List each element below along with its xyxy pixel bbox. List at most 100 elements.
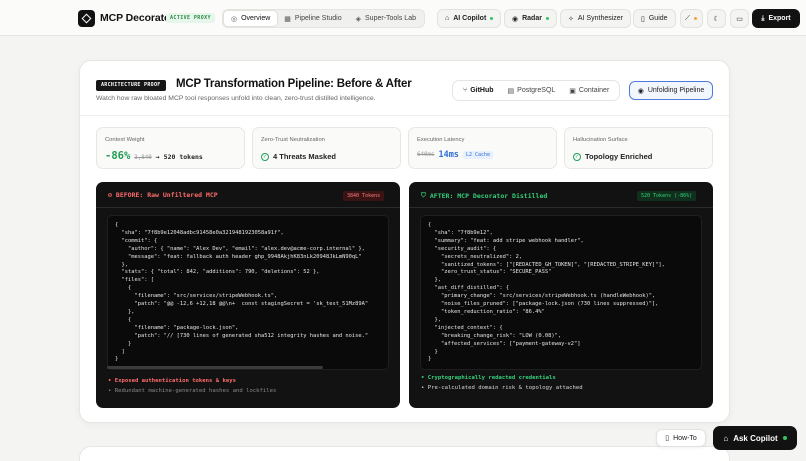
after-token-badge: 520 Tokens (-86%) — [637, 191, 697, 201]
before-code-block[interactable]: { "sha": "7f8b9e12048adbc91458e0a3219481… — [107, 215, 389, 370]
notification-dot-icon — [693, 17, 697, 20]
tab-pipeline-studio-label: Pipeline Studio — [294, 15, 342, 22]
tab-overview[interactable]: ◎ Overview — [224, 11, 278, 26]
cache-badge: L2 Cache — [462, 151, 494, 159]
stat-label: Zero-Trust Neutralization — [261, 137, 325, 143]
radar-icon: ◉ — [512, 15, 519, 23]
alert-icon: ⊘ — [108, 191, 112, 199]
theme-toggle-button[interactable]: ☾ — [707, 9, 726, 28]
shield-check-icon: ⛉ — [421, 191, 426, 199]
source-tab-github[interactable]: ⑂ GitHub — [456, 83, 501, 98]
pipeline-icon: ▦ — [284, 15, 291, 23]
sparkle-icon: ✧ — [568, 15, 574, 23]
after-panel: ⛉ AFTER: MCP Decorator Distilled 520 Tok… — [409, 182, 713, 408]
stat-label: Context Weight — [105, 137, 145, 143]
stat-zero-trust: Zero-Trust Neutralization ✓ 4 Threats Ma… — [252, 127, 401, 169]
phone-icon: ▭ — [736, 15, 743, 23]
robot-icon: ⌂ — [723, 433, 729, 443]
layers-icon: ◈ — [355, 15, 362, 23]
stat-label: Execution Latency — [417, 137, 465, 143]
after-title: ⛉ AFTER: MCP Decorator Distilled — [421, 191, 547, 200]
ai-copilot-label: AI Copilot — [453, 15, 487, 22]
horizontal-scrollbar[interactable] — [107, 366, 323, 369]
radar-button[interactable]: ◉ Radar — [504, 9, 557, 28]
stat-hallucination: Hallucination Surface ✓ Topology Enriche… — [564, 127, 713, 169]
how-to-label: How-To — [673, 434, 697, 442]
before-json: { "sha": "7f8b9e12048adbc91458e0a3219481… — [115, 222, 369, 363]
robot-icon: ⌂ — [445, 15, 450, 22]
topology-enriched: Topology Enriched — [585, 152, 653, 161]
before-title-text: BEFORE: Raw Unfiltered MCP — [115, 191, 218, 199]
git-branch-icon: ⑂ — [463, 87, 468, 94]
after-code-block[interactable]: { "sha": "7f8b9e12", "summary": "feat: a… — [420, 215, 702, 370]
tab-super-tools-lab-label: Super-Tools Lab — [365, 15, 416, 22]
context-after: 520 tokens — [163, 153, 203, 161]
stat-label: Hallucination Surface — [573, 137, 628, 143]
divider — [80, 115, 729, 116]
device-button[interactable]: ▭ — [730, 9, 749, 28]
source-tab-postgresql[interactable]: ▤ PostgreSQL — [501, 83, 563, 98]
after-json: { "sha": "7f8b9e12", "summary": "feat: a… — [428, 222, 665, 363]
latency-after: 14ms — [438, 150, 459, 160]
status-dot-icon — [490, 17, 494, 20]
book-icon: ▯ — [665, 435, 670, 442]
how-to-button[interactable]: ▯ How-To — [656, 429, 706, 447]
source-tab-github-label: GitHub — [470, 87, 494, 94]
source-tab-container[interactable]: ▣ Container — [562, 83, 616, 98]
stat-context-weight: Context Weight -86% 3,840 → 520 tokens — [96, 127, 245, 169]
ai-synthesizer-button[interactable]: ✧ AI Synthesizer — [560, 9, 632, 28]
database-icon: ▤ — [507, 87, 515, 95]
section-subtitle: Watch how raw bloated MCP tool responses… — [96, 95, 376, 102]
tools-button[interactable]: ⟋ — [680, 9, 703, 28]
status-dot-icon — [782, 436, 787, 440]
next-card — [79, 446, 730, 461]
ask-copilot-button[interactable]: ⌂ Ask Copilot — [713, 426, 797, 450]
section-title: MCP Transformation Pipeline: Before & Af… — [176, 78, 412, 90]
context-reduction-pct: -86% — [105, 150, 131, 162]
status-dot-icon — [545, 17, 549, 20]
export-button[interactable]: ⤓ Export — [752, 9, 800, 28]
book-icon: ▯ — [641, 15, 645, 23]
export-label: Export — [768, 15, 791, 22]
architecture-proof-tag: ARCHITECTURE PROOF — [96, 80, 166, 91]
tab-super-tools-lab[interactable]: ◈ Super-Tools Lab — [349, 11, 423, 26]
main-tabs: ◎ Overview ▦ Pipeline Studio ◈ Super-Too… — [222, 9, 425, 28]
source-tabs: ⑂ GitHub ▤ PostgreSQL ▣ Container — [452, 80, 621, 101]
stat-latency: Execution Latency 640ms 14ms L2 Cache — [408, 127, 557, 169]
ai-copilot-button[interactable]: ⌂ AI Copilot — [437, 9, 502, 28]
panel-header: ⛉ AFTER: MCP Decorator Distilled 520 Tok… — [409, 182, 713, 208]
latency-before: 640ms — [417, 152, 435, 158]
radar-label: Radar — [522, 15, 542, 22]
moon-icon: ☾ — [713, 15, 720, 23]
threats-masked: 4 Threats Masked — [273, 152, 336, 161]
before-panel: ⊘ BEFORE: Raw Unfiltered MCP 3840 Tokens… — [96, 182, 400, 408]
top-navbar: MCP Decorator ACTIVE PROXY ◎ Overview ▦ … — [0, 0, 806, 36]
guide-button[interactable]: ▯ Guide — [633, 9, 676, 28]
source-tab-container-label: Container — [578, 87, 610, 94]
context-arrow: → — [155, 153, 160, 161]
unfolding-pipeline-button[interactable]: ◉ Unfolding Pipeline — [629, 81, 713, 100]
stat-value: -86% 3,840 → 520 tokens — [105, 150, 203, 162]
before-title: ⊘ BEFORE: Raw Unfiltered MCP — [108, 191, 218, 199]
before-note-2: • Redundant machine-generated hashes and… — [108, 388, 277, 394]
eye-icon: ◉ — [637, 87, 644, 95]
before-token-badge: 3840 Tokens — [343, 191, 385, 201]
container-icon: ▣ — [569, 87, 576, 95]
shield-check-icon: ✓ — [261, 152, 269, 161]
tab-pipeline-studio[interactable]: ▦ Pipeline Studio — [277, 11, 348, 26]
after-title-text: AFTER: MCP Decorator Distilled — [429, 191, 548, 200]
stat-value: ✓ Topology Enriched — [573, 152, 652, 161]
pipeline-card: ARCHITECTURE PROOF MCP Transformation Pi… — [79, 60, 730, 423]
after-note-2: • Pre-calculated domain risk & topology … — [421, 385, 583, 391]
guide-label: Guide — [648, 15, 668, 22]
app-logo-icon[interactable] — [78, 10, 95, 27]
active-proxy-badge: ACTIVE PROXY — [166, 13, 215, 23]
panel-header: ⊘ BEFORE: Raw Unfiltered MCP 3840 Tokens — [96, 182, 400, 208]
ask-copilot-label: Ask Copilot — [733, 433, 778, 443]
unfolding-pipeline-label: Unfolding Pipeline — [647, 87, 705, 94]
download-icon: ⤓ — [761, 14, 765, 22]
source-tab-postgresql-label: PostgreSQL — [517, 87, 556, 94]
ai-synthesizer-label: AI Synthesizer — [577, 15, 624, 22]
stat-value: ✓ 4 Threats Masked — [261, 152, 336, 161]
after-note-1: • Cryptographically redacted credentials — [421, 375, 556, 381]
